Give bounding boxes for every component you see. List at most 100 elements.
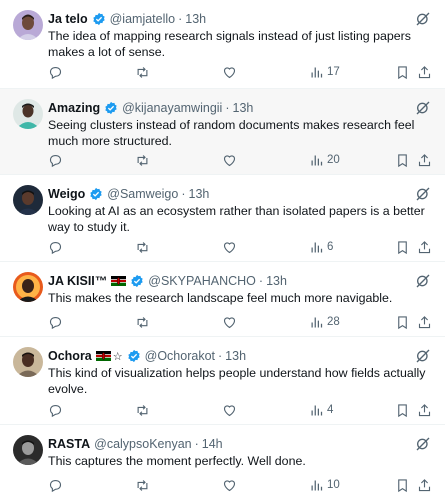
handle[interactable]: @kijanayamwingii	[122, 101, 222, 115]
bookmark-button[interactable]	[395, 314, 410, 330]
tweet-4[interactable]: Ochora ☆ @Ochorakot · 13h This kind of v…	[0, 337, 445, 425]
grok-icon[interactable]	[415, 273, 431, 289]
repost-button[interactable]	[135, 477, 150, 493]
bookmark-button[interactable]	[395, 64, 410, 80]
views-button[interactable]: 17	[309, 64, 340, 80]
tweet-5[interactable]: RASTA @calypsoKenyan · 14h This captures…	[0, 425, 445, 500]
timestamp[interactable]: 13h	[233, 101, 254, 115]
verified-badge-icon	[105, 101, 117, 115]
separator: ·	[218, 349, 223, 363]
share-button[interactable]	[417, 239, 432, 255]
display-name[interactable]: Weigo	[48, 187, 85, 201]
like-button[interactable]	[222, 239, 237, 255]
views-button[interactable]: 6	[309, 239, 333, 255]
views-button[interactable]: 20	[309, 152, 340, 168]
tweet-header: Amazing @kijanayamwingii · 13h	[48, 99, 405, 117]
reply-icon	[49, 316, 62, 329]
share-button[interactable]	[417, 314, 432, 330]
handle[interactable]: @Ochorakot	[145, 349, 215, 363]
handle[interactable]: @SKYPAHANCHO	[148, 274, 256, 288]
display-name[interactable]: RASTA	[48, 437, 90, 451]
handle[interactable]: @Samweigo	[107, 187, 178, 201]
timestamp[interactable]: 13h	[225, 349, 246, 363]
tweet-header: JA KISII™ @SKYPAHANCHO · 13h	[48, 272, 405, 290]
share-icon	[418, 315, 431, 328]
bookmark-button[interactable]	[395, 239, 410, 255]
display-name[interactable]: Ochora	[48, 349, 92, 363]
share-button[interactable]	[417, 477, 432, 493]
views-icon	[311, 242, 323, 252]
like-button[interactable]	[222, 477, 237, 493]
share-icon	[418, 153, 431, 166]
grok-icon[interactable]	[415, 11, 431, 27]
avatar[interactable]	[13, 272, 43, 302]
avatar[interactable]	[13, 99, 43, 129]
timestamp[interactable]: 14h	[202, 437, 223, 451]
grok-icon[interactable]	[415, 348, 431, 364]
like-button[interactable]	[222, 314, 237, 330]
like-icon	[223, 154, 236, 166]
share-button[interactable]	[417, 152, 432, 168]
verified-badge-icon	[127, 349, 140, 363]
tweet-2[interactable]: Weigo @Samweigo · 13h Looking at AI as a…	[0, 175, 445, 262]
reply-button[interactable]	[48, 314, 63, 330]
like-button[interactable]	[222, 402, 237, 418]
bookmark-button[interactable]	[395, 152, 410, 168]
reply-button[interactable]	[48, 152, 63, 168]
reply-button[interactable]	[48, 64, 63, 80]
views-button[interactable]: 4	[309, 402, 333, 418]
repost-icon	[137, 241, 148, 253]
bookmark-button[interactable]	[395, 477, 410, 493]
timestamp[interactable]: 13h	[266, 274, 287, 288]
tweet-header: Ja telo @iamjatello · 13h	[48, 10, 405, 28]
repost-button[interactable]	[135, 314, 150, 330]
share-button[interactable]	[417, 402, 432, 418]
tweet-1[interactable]: Amazing @kijanayamwingii · 13h Seeing cl…	[0, 89, 445, 175]
share-icon	[418, 403, 431, 416]
timestamp[interactable]: 13h	[189, 187, 210, 201]
display-name[interactable]: Ja telo	[48, 12, 88, 26]
views-count: 17	[327, 66, 340, 78]
views-icon	[311, 155, 323, 165]
repost-button[interactable]	[135, 402, 150, 418]
bookmark-icon	[398, 403, 407, 417]
like-icon	[223, 241, 236, 253]
avatar[interactable]	[13, 435, 43, 465]
repost-button[interactable]	[135, 64, 150, 80]
views-button[interactable]: 10	[309, 477, 340, 493]
reply-icon	[49, 404, 62, 417]
bookmark-button[interactable]	[395, 402, 410, 418]
reply-button[interactable]	[48, 402, 63, 418]
reply-button[interactable]	[48, 477, 63, 493]
repost-button[interactable]	[135, 239, 150, 255]
avatar[interactable]	[13, 10, 43, 40]
reply-button[interactable]	[48, 239, 63, 255]
star-glyph: ☆	[112, 350, 123, 363]
repost-icon	[137, 66, 148, 78]
action-bar: 28	[48, 314, 433, 330]
tweet-0[interactable]: Ja telo @iamjatello · 13h The idea of ma…	[0, 0, 445, 89]
tweet-3[interactable]: JA KISII™ @SKYPAHANCHO · 13h This makes …	[0, 262, 445, 337]
grok-icon[interactable]	[415, 100, 431, 116]
repost-button[interactable]	[135, 152, 150, 168]
like-button[interactable]	[222, 152, 237, 168]
like-button[interactable]	[222, 64, 237, 80]
action-bar: 4	[48, 402, 433, 418]
repost-icon	[137, 154, 148, 166]
grok-icon[interactable]	[415, 436, 431, 452]
share-button[interactable]	[417, 64, 432, 80]
display-name[interactable]: Amazing	[48, 101, 100, 115]
grok-icon[interactable]	[415, 186, 431, 202]
views-button[interactable]: 28	[309, 314, 340, 330]
action-bar: 17	[48, 64, 433, 80]
avatar[interactable]	[13, 185, 43, 215]
display-name[interactable]: JA KISII™	[48, 274, 107, 288]
tweet-text: The idea of mapping research signals ins…	[48, 29, 411, 59]
separator: ·	[181, 187, 186, 201]
like-icon	[223, 316, 236, 328]
timestamp[interactable]: 13h	[185, 12, 206, 26]
handle[interactable]: @calypsoKenyan	[94, 437, 191, 451]
tweet-text: Seeing clusters instead of random docume…	[48, 118, 415, 148]
handle[interactable]: @iamjatello	[110, 12, 176, 26]
avatar[interactable]	[13, 347, 43, 377]
